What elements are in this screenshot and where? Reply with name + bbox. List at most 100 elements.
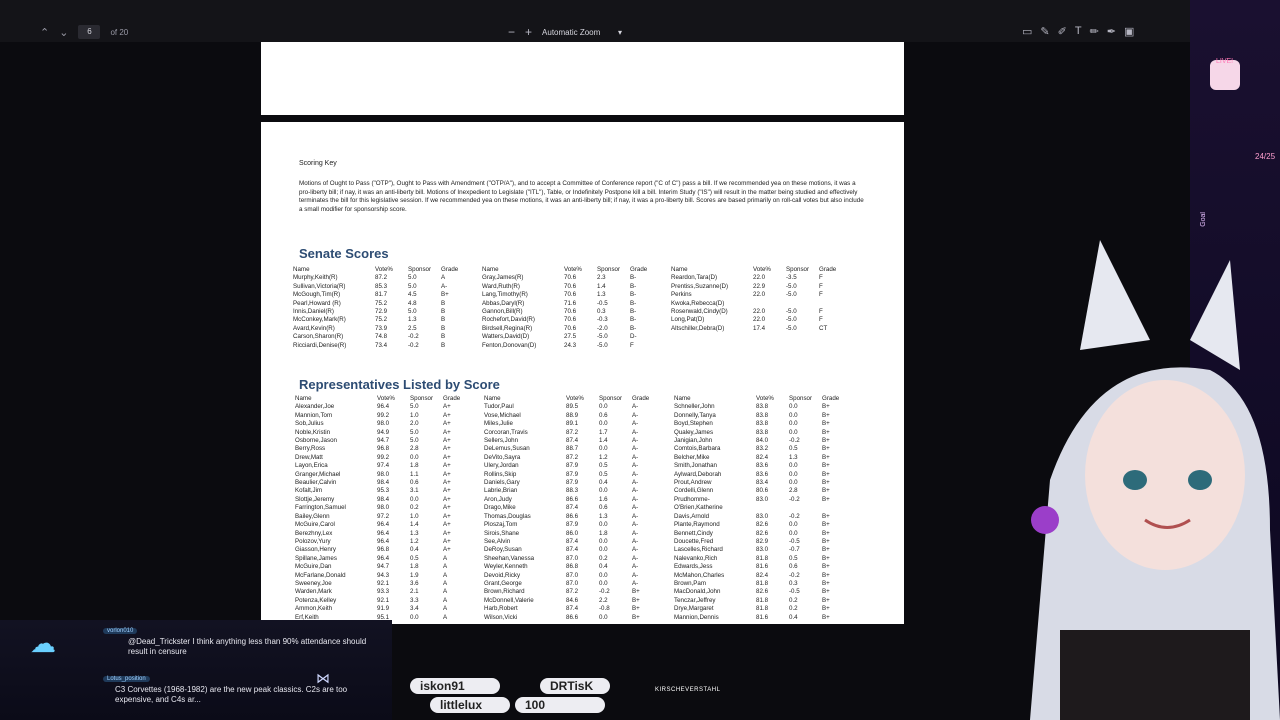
table-cell: A-	[632, 537, 639, 545]
table-cell: B-	[630, 282, 637, 290]
table-cell: 83.8	[756, 403, 769, 411]
table-row: Sob,Julius 98.0 2.0 A+	[295, 420, 484, 428]
table-cell: 0.6	[789, 563, 798, 571]
table-row: Birdsell,Regina(R) 70.6 -2.0 B-	[482, 325, 671, 333]
column-header: Grade	[441, 266, 459, 273]
table-row: Fenton,Donovan(D) 24.3 -5.0 F	[482, 342, 671, 350]
column-header: Vote%	[377, 395, 395, 402]
highlight-icon[interactable]: ✒	[1107, 25, 1116, 38]
table-cell: 96.4	[377, 521, 390, 529]
table-cell: B-	[630, 291, 637, 299]
chat-username: vorlon010	[103, 628, 138, 634]
column-header: Grade	[822, 395, 840, 402]
table-cell: A+	[443, 445, 451, 453]
table-cell: B+	[822, 403, 830, 411]
table-cell: A-	[632, 453, 639, 461]
table-cell: 87.4	[566, 437, 579, 445]
table-cell: Prout,Andrew	[674, 479, 712, 487]
table-row: Spillane,James 96.4 0.5 A	[295, 555, 484, 563]
table-cell: 98.0	[377, 504, 390, 512]
table-cell: Fenton,Donovan(D)	[482, 341, 537, 349]
page-number-input[interactable]: 6	[78, 25, 101, 39]
table-row: Layon,Erica 97.4 1.8 A+	[295, 462, 484, 470]
table-cell: 94.7	[377, 437, 390, 445]
table-cell: 86.6	[566, 613, 579, 621]
table-cell: Kofalt,Jim	[295, 487, 323, 495]
table-cell: Noble,Kristin	[295, 428, 331, 436]
table-row: Kofalt,Jim 95.3 3.1 A+	[295, 487, 484, 495]
table-cell: Nalevanko,Rich	[674, 554, 718, 562]
column-header: Name	[671, 266, 688, 273]
scoring-key-text: Motions of Ought to Pass ("OTP"), Ought …	[299, 180, 864, 213]
table-cell: F	[819, 274, 823, 282]
edit-icon[interactable]: ✎	[1040, 25, 1049, 38]
column-header: Grade	[632, 395, 650, 402]
column-header: Name	[482, 266, 499, 273]
table-cell: A+	[443, 546, 451, 554]
table-cell	[756, 504, 789, 512]
table-cell: 0.5	[410, 554, 419, 562]
table-cell: 0.5	[599, 462, 608, 470]
table-row: Potenza,Kelley 92.1 3.3 A	[295, 597, 484, 605]
table-cell: Avard,Kevin(R)	[293, 324, 335, 332]
table-cell: 82.9	[756, 537, 769, 545]
table-cell: 0.0	[599, 521, 608, 529]
table-cell: 83.6	[756, 470, 769, 478]
table-row: Plante,Raymond 82.6 0.0 B+	[674, 521, 863, 529]
text-icon[interactable]: T	[1075, 25, 1082, 38]
table-row: Tenczar,Jeffrey 81.8 0.2 B+	[674, 597, 863, 605]
table-cell: McDonnell,Valerie	[484, 596, 534, 604]
table-cell: B+	[822, 437, 830, 445]
draw-icon[interactable]: ✏	[1090, 25, 1099, 38]
table-cell: A-	[632, 546, 639, 554]
table-cell: 22.0	[753, 316, 766, 324]
table-cell: O'Brien,Katherine	[674, 504, 723, 512]
table-cell: MacDonald,John	[674, 588, 721, 596]
zoom-select[interactable]: Automatic Zoom ▾	[542, 28, 622, 37]
table-row: Altschiller,Debra(D) 17.4 -5.0 CT	[671, 325, 860, 333]
table-row: Pearl,Howard (R) 75.2 4.8 B	[293, 300, 482, 308]
table-row: Schneller,John 83.8 0.0 B+	[674, 403, 863, 411]
image-icon[interactable]: ▣	[1124, 25, 1134, 38]
table-cell: 22.0	[753, 291, 766, 299]
table-cell: McGuire,Dan	[295, 563, 332, 571]
table-cell: 1.7	[599, 428, 608, 436]
table-cell: 81.8	[756, 554, 769, 562]
table-cell: Boyd,Stephen	[674, 420, 713, 428]
table-row: McFarlane,Donald 94.3 1.9 A	[295, 572, 484, 580]
comment-icon[interactable]: ▭	[1022, 25, 1032, 38]
table-row: Comtois,Barbara 83.2 0.5 B+	[674, 445, 863, 453]
table-cell: McGough,Tim(R)	[293, 291, 341, 299]
table-row: Prout,Andrew 83.4 0.0 B+	[674, 479, 863, 487]
table-cell: B+	[822, 579, 830, 587]
table-row: Watters,David(D) 27.5 -5.0 D-	[482, 333, 671, 341]
chevron-down-icon[interactable]: ⌄	[59, 26, 68, 39]
chevron-up-icon[interactable]: ⌃	[40, 26, 49, 39]
table-cell: 72.9	[375, 308, 388, 316]
table-cell: 83.8	[756, 428, 769, 436]
pdf-page-previous	[261, 42, 904, 115]
table-header: Name Vote% Sponsor Grade	[295, 395, 484, 403]
table-cell: Brown,Pam	[674, 579, 706, 587]
table-cell: 5.0	[410, 428, 419, 436]
table-row: McMahon,Charles 82.4 -0.2 B+	[674, 572, 863, 580]
zoom-in-button[interactable]: +	[525, 25, 532, 39]
table-cell: B+	[822, 445, 830, 453]
column-header: Name	[484, 395, 501, 402]
table-cell: 82.6	[756, 588, 769, 596]
table-cell: -5.0	[786, 308, 797, 316]
table-cell: 1.4	[597, 282, 606, 290]
table-cell: 22.9	[753, 282, 766, 290]
table-cell: 93.3	[377, 588, 390, 596]
table-cell: Lang,Timothy(R)	[482, 291, 528, 299]
table-cell: Sweeney,Joe	[295, 579, 332, 587]
pen-icon[interactable]: ✐	[1058, 25, 1067, 38]
table-row: MacDonald,John 82.6 -0.5 B+	[674, 588, 863, 596]
table-cell: B+	[822, 411, 830, 419]
table-cell: -0.5	[789, 588, 800, 596]
table-cell: Watters,David(D)	[482, 333, 530, 341]
goal-name: iskon91	[410, 678, 500, 694]
table-row: Rochefort,David(R) 70.6 -0.3 B-	[482, 316, 671, 324]
zoom-out-button[interactable]: −	[508, 25, 515, 39]
table-cell: B+	[632, 613, 640, 621]
